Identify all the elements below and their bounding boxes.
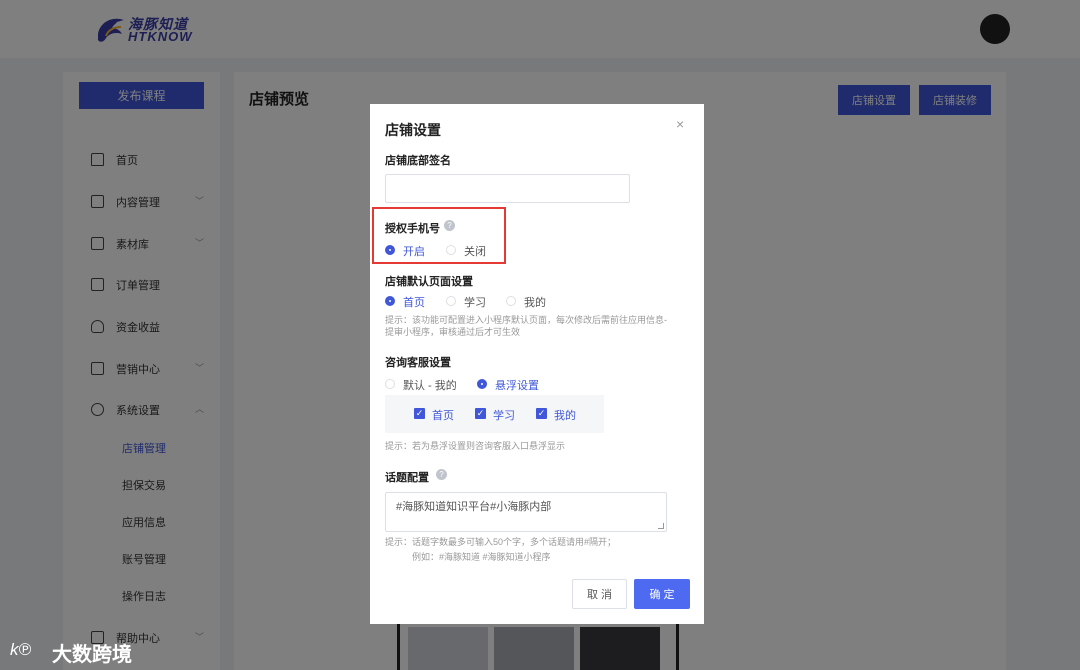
checkbox-checked-icon: ✓ (536, 408, 547, 419)
topic-hint-example: 例如：#海豚知道 #海豚知道小程序 (412, 552, 551, 562)
question-icon[interactable]: ? (436, 469, 447, 480)
watermark-logo: k℗ (10, 640, 32, 659)
topic-textarea[interactable]: #海豚知道知识平台#小海豚内部 (385, 492, 667, 532)
footer-signature-label: 店铺底部签名 (385, 155, 451, 167)
default-page-home-radio[interactable]: 首页 (385, 294, 435, 310)
default-page-hint: 提示：该功能可配置进入小程序默认页面，每次修改后需前往应用信息- (385, 315, 667, 325)
default-page-hint: 提审小程序，审核通过后才可生效 (385, 327, 521, 337)
radio-unchecked-icon (506, 296, 516, 306)
checkbox-checked-icon: ✓ (475, 408, 486, 419)
resize-handle-icon[interactable] (658, 523, 664, 529)
confirm-button[interactable]: 确 定 (634, 579, 690, 609)
consult-default-radio[interactable]: 默认 - 我的 (385, 377, 465, 393)
checkbox-label: 学习 (493, 410, 515, 422)
footer-signature-input[interactable] (385, 174, 630, 203)
consult-label: 咨询客服设置 (385, 357, 451, 369)
topic-value: #海豚知道知识平台#小海豚内部 (396, 501, 552, 513)
default-page-label: 店铺默认页面设置 (385, 276, 473, 288)
consult-check-study[interactable]: ✓ 学习 (475, 407, 525, 422)
default-page-study-radio[interactable]: 学习 (446, 294, 496, 310)
checkbox-label: 首页 (432, 410, 454, 422)
radio-label: 我的 (524, 297, 546, 309)
radio-label: 首页 (403, 297, 425, 309)
radio-label: 默认 - 我的 (403, 380, 457, 392)
radio-unchecked-icon (446, 296, 456, 306)
dialog-title: 店铺设置 (385, 122, 441, 138)
radio-unchecked-icon (385, 379, 395, 389)
radio-label: 学习 (464, 297, 486, 309)
close-icon[interactable]: × (676, 116, 684, 132)
radio-checked-icon (385, 296, 395, 306)
consult-hint: 提示：若为悬浮设置则咨询客服入口悬浮显示 (385, 441, 566, 451)
default-page-mine-radio[interactable]: 我的 (506, 294, 556, 310)
consult-check-mine[interactable]: ✓ 我的 (536, 407, 586, 422)
radio-checked-icon (477, 379, 487, 389)
annotation-highlight-box (372, 207, 506, 264)
consult-float-radio[interactable]: 悬浮设置 (477, 377, 557, 393)
checkbox-label: 我的 (554, 410, 576, 422)
consult-float-pages: ✓ 首页 ✓ 学习 ✓ 我的 (385, 395, 604, 433)
cancel-button[interactable]: 取 消 (572, 579, 627, 609)
checkbox-checked-icon: ✓ (414, 408, 425, 419)
shop-settings-dialog: 店铺设置 × 店铺底部签名 授权手机号 ? 开启 关闭 店铺默认页面设置 首页 … (370, 104, 704, 624)
radio-label: 悬浮设置 (495, 380, 539, 392)
topic-hint: 提示：话题字数最多可输入50个字，多个话题请用#隔开； (385, 537, 617, 547)
watermark-text: 大数跨境 (52, 644, 132, 666)
topic-label: 话题配置 (385, 472, 429, 484)
consult-check-home[interactable]: ✓ 首页 (414, 407, 464, 422)
